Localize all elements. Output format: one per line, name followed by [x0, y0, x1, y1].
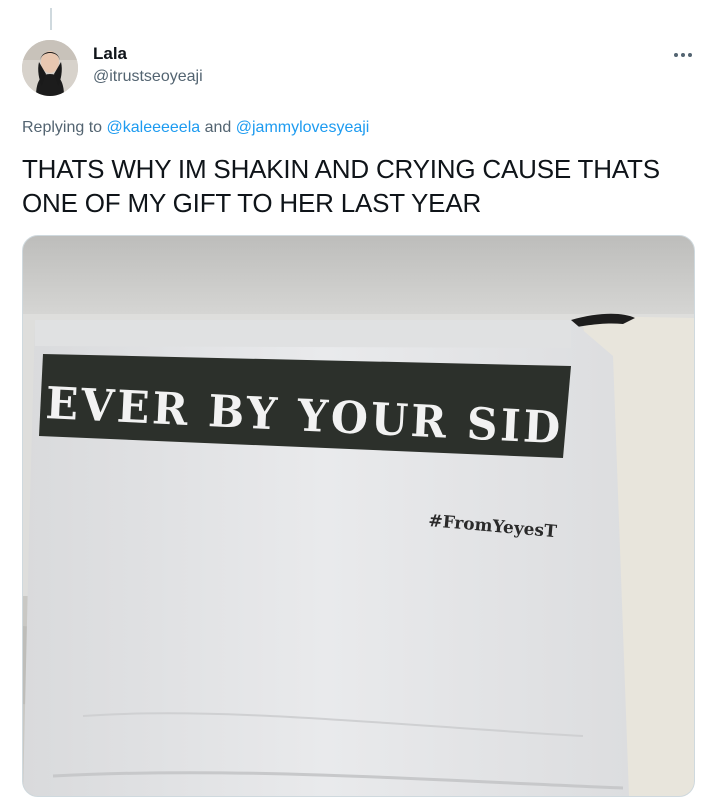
more-horizontal-icon: [674, 53, 692, 57]
tweet-text-line: ONE OF MY GIFT TO HER LAST YEAR: [22, 188, 482, 218]
tweet-text: THATS WHY IM SHAKIN AND CRYING CAUSE THA…: [22, 152, 702, 220]
gift-photo: EVER BY YOUR SID #FromYeyesT: [23, 236, 694, 796]
mention-link-1[interactable]: @kaleeeeela: [107, 119, 201, 136]
reply-context: Replying to @kaleeeeela and @jammylovesy…: [22, 119, 369, 137]
thread-connector-line: [50, 8, 52, 30]
avatar[interactable]: [22, 40, 78, 96]
avatar-photo: [22, 40, 78, 96]
author-handle[interactable]: @itrustseoyeaji: [93, 68, 203, 86]
tweet-media-image[interactable]: EVER BY YOUR SID #FromYeyesT: [22, 235, 695, 797]
reply-prefix: Replying to: [22, 119, 103, 136]
reply-conjunction: and: [204, 119, 232, 136]
author-display-name[interactable]: Lala: [93, 44, 127, 64]
more-options-button[interactable]: [668, 40, 698, 70]
tweet-text-line: THATS WHY IM SHAKIN AND CRYING CAUSE THA…: [22, 154, 660, 184]
mention-link-2[interactable]: @jammylovesyeaji: [236, 119, 370, 136]
